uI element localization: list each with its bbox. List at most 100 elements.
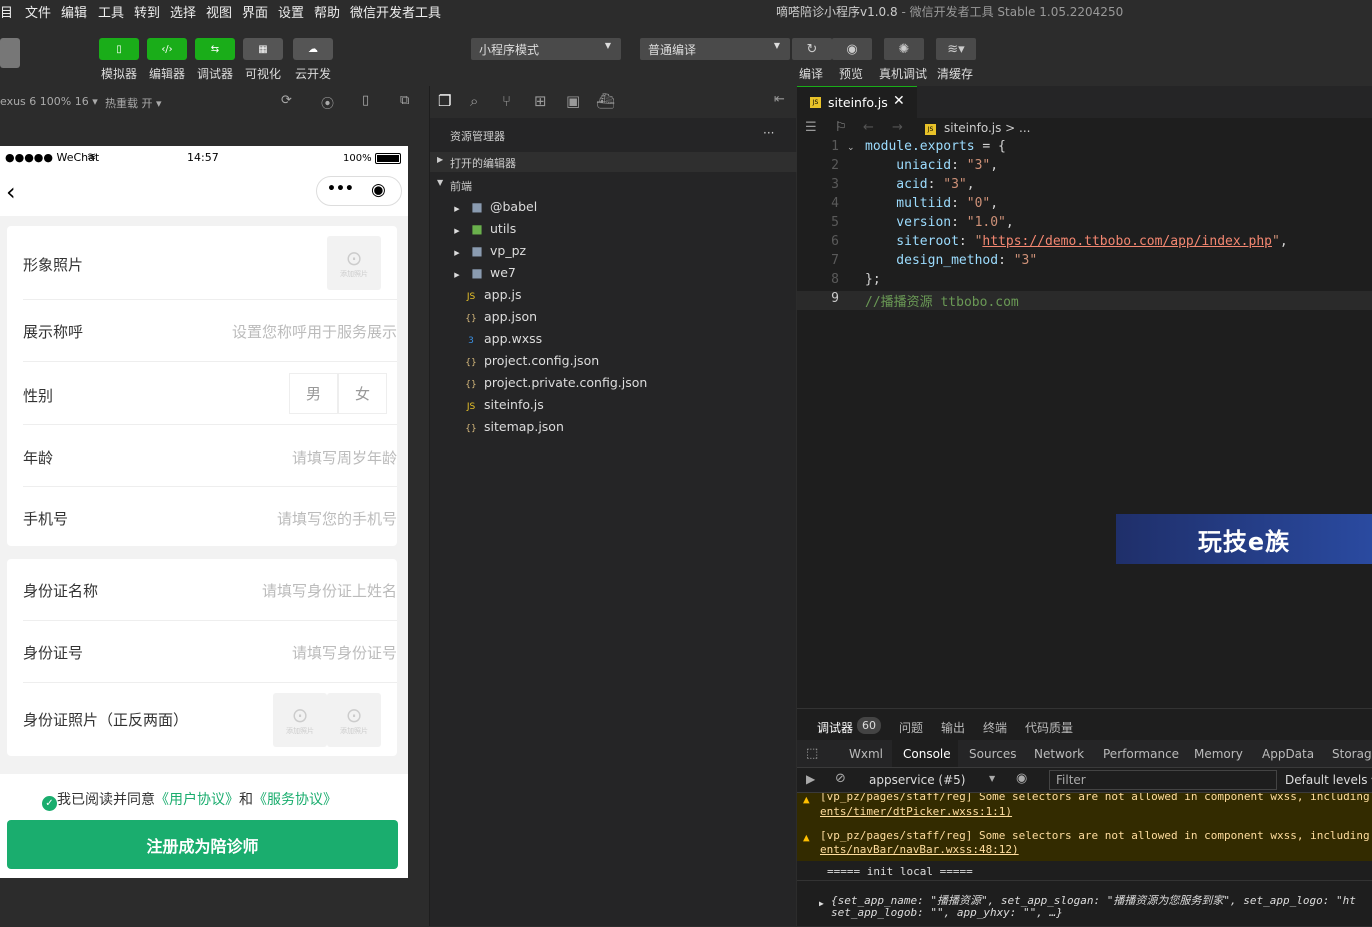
age-input[interactable]: 请填写周岁年龄 [292,447,397,468]
tab-network[interactable]: Network [1034,747,1084,761]
id-name-input[interactable]: 请填写身份证上姓名 [262,580,397,601]
clear-icon[interactable]: ⊘ [835,771,846,786]
menu-item-goto[interactable]: 转到 [134,2,160,21]
code-line[interactable]: 1 module.exports = { [797,139,1372,158]
back-arrow-icon[interactable]: ← [863,120,874,135]
tab-siteinfo[interactable]: JS siteinfo.js ✕ [797,86,917,118]
file-item[interactable]: {} project.private.config.json [430,373,797,395]
code-line[interactable]: 4 multiid: "0", [797,196,1372,215]
code-line[interactable]: 7 design_method: "3" [797,253,1372,272]
menu-item-select[interactable]: 选择 [170,2,196,21]
list-icon[interactable]: ☰ [805,120,817,135]
code-line[interactable]: 9 //播播资源 ttbobo.com [797,291,1372,310]
name-input[interactable]: 设置您称呼用于服务展示 [232,321,397,342]
console-object[interactable]: ▶ {set_app_name: "播播资源", set_app_slogan:… [797,889,1372,927]
user-agreement-link[interactable]: 《用户协议》 [155,792,239,808]
menu-item-project[interactable]: 目 [0,2,13,21]
tab-sources[interactable]: Sources [969,747,1016,761]
submit-button[interactable]: 注册成为陪诊师 [7,820,398,869]
tab-console[interactable]: Console [903,747,951,761]
avatar[interactable] [0,38,20,68]
stop-icon[interactable]: ⦿ [321,93,334,112]
simulator-button[interactable]: ▯ [99,38,139,60]
close-icon[interactable]: ✕ [893,93,905,109]
gender-male-option[interactable]: 男 [289,373,338,414]
back-icon[interactable]: ‹ [6,178,16,206]
files-icon[interactable]: ❐ [438,92,451,110]
file-item[interactable]: 3 app.wxss [430,329,797,351]
file-item[interactable]: JS app.js [430,285,797,307]
close-circle-icon[interactable]: ◉ [371,180,386,200]
hot-reload-select[interactable]: 热重载 开 ▾ [105,95,162,111]
inspect-icon[interactable]: ⬚ [806,746,818,761]
service-agreement-link[interactable]: 《服务协议》 [253,792,337,808]
folder-item[interactable]: ▶ ■ we7 [430,263,797,285]
check-icon[interactable]: ✓ [42,796,57,811]
rotate-icon[interactable]: ⟳ [281,93,292,108]
gender-female-option[interactable]: 女 [338,373,387,414]
sidebar-toggle-icon[interactable]: ▶ [806,772,815,786]
clear-cache-button[interactable]: ≋▾ [936,38,976,60]
tab-performance[interactable]: Performance [1103,747,1179,761]
project-section[interactable]: ▼ 前端 [430,175,797,195]
menu-item-file[interactable]: 文件 [25,2,51,21]
code-line[interactable]: 6 siteroot: "https://demo.ttbobo.com/app… [797,234,1372,253]
forward-arrow-icon[interactable]: → [892,120,903,135]
menu-item-help[interactable]: 帮助 [314,2,340,21]
preview-button[interactable]: ◉ [832,38,872,60]
levels-select[interactable]: Default levels ▾ [1285,773,1372,787]
menu-item-view[interactable]: 视图 [206,2,232,21]
tab-memory[interactable]: Memory [1194,747,1243,761]
tab-appdata[interactable]: AppData [1262,747,1314,761]
file-item[interactable]: {} app.json [430,307,797,329]
tab-problems[interactable]: 问题 [899,719,923,736]
panel-icon[interactable]: ▣ [566,92,580,110]
tab-code-quality[interactable]: 代码质量 [1025,719,1073,736]
filter-input[interactable]: Filter [1049,770,1277,790]
file-item[interactable]: {} sitemap.json [430,417,797,439]
phone-input[interactable]: 请填写您的手机号 [277,508,397,529]
tab-debugger[interactable]: 调试器 [817,719,853,736]
tab-wxml[interactable]: Wxml [849,747,883,761]
popout-icon[interactable]: ⧉ [400,93,409,108]
id-front-upload[interactable]: ⊙ 添加照片 [273,693,327,747]
collapse-panel-icon[interactable]: ⇤ [774,92,785,107]
menu-item-wechat-devtools[interactable]: 微信开发者工具 [350,2,441,21]
docker-icon[interactable]: ⛴ [596,92,615,110]
file-item[interactable]: JS siteinfo.js [430,395,797,417]
folder-item[interactable]: ▶ ■ @babel [430,197,797,219]
mode-select[interactable]: 小程序模式 ▼ [471,38,621,60]
code-line[interactable]: 5 version: "1.0", [797,215,1372,234]
git-icon[interactable]: ⑂ [502,92,511,110]
id-no-input[interactable]: 请填写身份证号 [292,642,397,663]
extensions-icon[interactable]: ⊞ [534,92,547,110]
bookmark-icon[interactable]: ⚐ [835,120,847,135]
eye-icon[interactable]: ◉ [1016,771,1027,786]
code-line[interactable]: 8}; [797,272,1372,291]
menu-item-interface[interactable]: 界面 [242,2,268,21]
visual-button[interactable]: ▦ [243,38,283,60]
folder-item[interactable]: ▶ ■ utils [430,219,797,241]
compile-button[interactable]: ↻ [792,38,832,60]
open-editors-section[interactable]: ▶ 打开的编辑器 [430,152,797,172]
id-back-upload[interactable]: ⊙ 添加照片 [327,693,381,747]
code-line[interactable]: 3 acid: "3", [797,177,1372,196]
device-select[interactable]: exus 6 100% 16 ▾ [0,95,98,108]
photo-upload[interactable]: ⊙ 添加照片 [327,236,381,290]
real-debug-button[interactable]: ✺ [884,38,924,60]
cloud-button[interactable]: ☁ [293,38,333,60]
tab-storage[interactable]: Storage [1332,747,1372,761]
folder-item[interactable]: ▶ ■ vp_pz [430,241,797,263]
more-icon[interactable]: ••• [327,181,354,197]
code-line[interactable]: 2 uniacid: "3", [797,158,1372,177]
editor-button[interactable]: ‹/› [147,38,187,60]
menu-item-edit[interactable]: 编辑 [61,2,87,21]
context-select[interactable]: appservice (#5) [869,773,965,787]
compile-mode-select[interactable]: 普通编译 ▼ [640,38,790,60]
tab-terminal[interactable]: 终端 [983,719,1007,736]
menu-item-tools[interactable]: 工具 [98,2,124,21]
debugger-button[interactable]: ⇆ [195,38,235,60]
tab-output[interactable]: 输出 [941,719,965,736]
menu-item-settings[interactable]: 设置 [278,2,304,21]
phone-icon[interactable]: ▯ [362,93,369,108]
